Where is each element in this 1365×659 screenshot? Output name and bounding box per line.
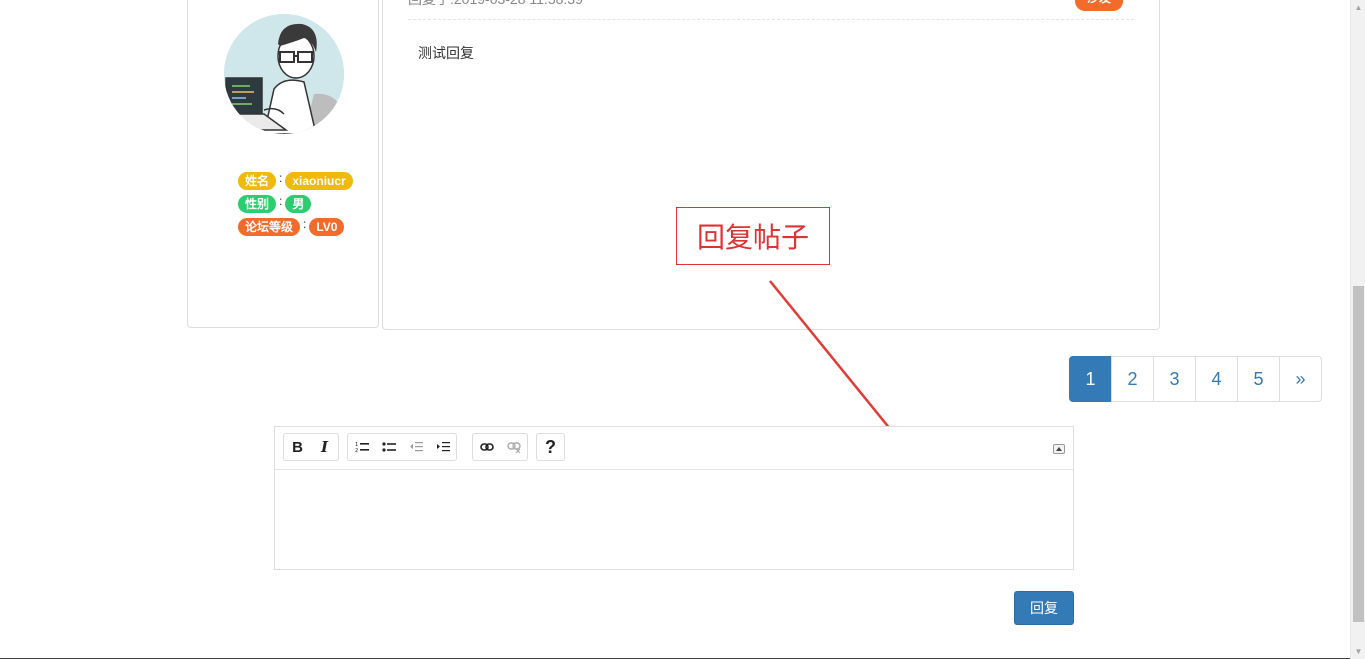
help-icon[interactable]: ? [537, 434, 564, 460]
name-label-badge: 姓名 [238, 171, 277, 190]
reply-text-area[interactable] [275, 470, 1073, 569]
reply-submit-button[interactable]: 回复 [1014, 591, 1074, 625]
italic-icon[interactable]: I [311, 434, 338, 460]
unlink-icon[interactable] [500, 434, 527, 460]
help-group: ? [536, 433, 565, 461]
bold-icon[interactable]: B [284, 434, 311, 460]
level-value-badge: LV0 [309, 217, 345, 236]
annotation-label: 回复帖子 [676, 207, 830, 265]
collapse-icon[interactable] [1053, 444, 1065, 454]
floor-badge: 沙发 [1074, 0, 1123, 11]
scroll-down-icon[interactable]: ▼ [1351, 644, 1365, 659]
next-page-button[interactable]: » [1279, 356, 1322, 402]
reply-timestamp: 回复于:2019-03-28 11:58:39 [408, 0, 583, 9]
indent-icon[interactable] [429, 434, 456, 460]
pagination: 1 2 3 4 5 » [1069, 356, 1322, 402]
user-level-row: 论坛等级 : LV0 [238, 215, 353, 238]
level-label-badge: 论坛等级 [238, 217, 301, 236]
editor-toolbar: B I 12 ? [275, 427, 1073, 470]
user-name-row: 姓名 : xiaoniucr [238, 169, 353, 192]
page-3-button[interactable]: 3 [1153, 356, 1196, 402]
user-avatar [224, 14, 344, 134]
scroll-up-icon[interactable]: ▲ [1351, 0, 1365, 15]
svg-text:2: 2 [355, 448, 358, 453]
user-gender-row: 性别 : 男 [238, 192, 353, 215]
user-tags: 姓名 : xiaoniucr 性别 : 男 论坛等级 : LV0 [238, 169, 353, 238]
link-icon[interactable] [473, 434, 500, 460]
gender-value-badge: 男 [285, 194, 312, 213]
reply-post-panel: 回复于:2019-03-28 11:58:39 沙发 测试回复 [382, 0, 1160, 330]
avatar-illustration [224, 14, 344, 134]
separator: : [279, 170, 283, 185]
name-value-badge: xiaoniucr [285, 171, 353, 190]
format-group: B I [283, 433, 339, 461]
reply-editor: B I 12 ? [274, 426, 1074, 570]
user-info-panel: 姓名 : xiaoniucr 性别 : 男 论坛等级 : LV0 [187, 0, 379, 328]
unordered-list-icon[interactable] [375, 434, 402, 460]
outdent-icon[interactable] [402, 434, 429, 460]
link-group [472, 433, 528, 461]
divider [408, 19, 1134, 20]
gender-label-badge: 性别 [238, 194, 277, 213]
page-4-button[interactable]: 4 [1195, 356, 1238, 402]
separator: : [303, 216, 307, 231]
ordered-list-icon[interactable]: 12 [348, 434, 375, 460]
page-scrollbar[interactable]: ▲ ▼ [1350, 0, 1365, 659]
scrollbar-thumb[interactable] [1353, 286, 1364, 622]
reply-content: 测试回复 [418, 45, 474, 61]
page-2-button[interactable]: 2 [1111, 356, 1154, 402]
page-1-button[interactable]: 1 [1069, 356, 1112, 402]
page-5-button[interactable]: 5 [1237, 356, 1280, 402]
list-group: 12 [347, 433, 457, 461]
separator: : [279, 193, 283, 208]
